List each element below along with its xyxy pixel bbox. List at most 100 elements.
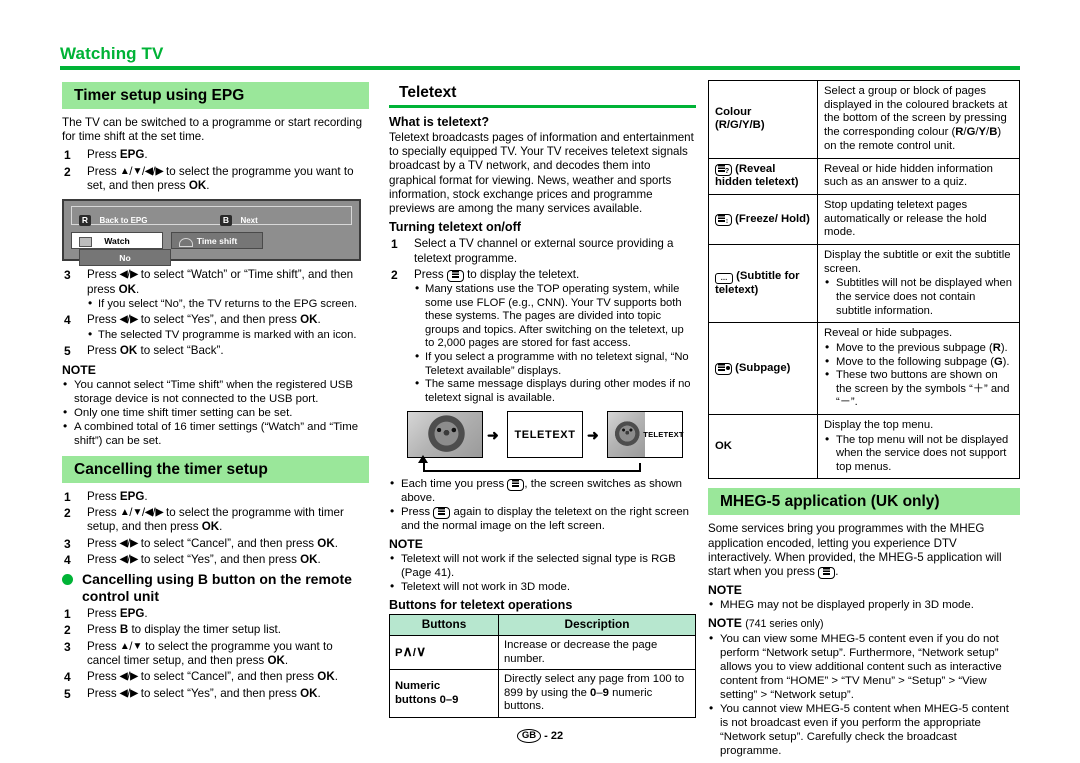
time-shift-icon [179, 238, 193, 248]
step-bullets: Many stations use the TOP operating syst… [414, 282, 696, 405]
table-cell-key: … (Subtitle for teletext) [708, 244, 818, 324]
epg-key-r: R [79, 214, 91, 226]
table-cell-key: ? (Reveal hidden teletext) [708, 157, 818, 195]
table-cell-description: Reveal or hide subpages.Move to the prev… [817, 322, 1020, 415]
figure-loop-arrowhead [418, 455, 428, 464]
cell-bullet: Move to the previous subpage (R). [824, 341, 1013, 356]
figure-teletext-label: TELETEXT [514, 428, 576, 441]
green-bullet-icon [62, 574, 73, 586]
table-row: Numeric buttons 0–9 Directly select any pa… [389, 669, 696, 719]
numbered-step: 4 Press ◀/▶ to select “Yes”, and then pre… [64, 552, 321, 567]
numbered-step: 5 Press ◀/▶ to select “Yes”, and then pre… [64, 686, 321, 701]
bullet-item: Teletext will not work in 3D mode. [389, 579, 696, 594]
table-cell-description: Reveal or hide hidden information such a… [817, 157, 1020, 195]
numbered-step: 2Press to display the teletext.Many stat… [389, 268, 696, 406]
table-cell-key: Numeric buttons 0–9 [389, 669, 499, 719]
bullet-item: A combined total of 16 timer settings (“… [62, 419, 369, 448]
numbered-step: 1 Press EPG. [64, 489, 148, 504]
numbered-step: 4 Press ◀/▶ to select “Cancel”, and then … [64, 670, 338, 685]
cell-bullets: Move to the previous subpage (R).Move to… [824, 341, 1013, 410]
teletext-flow-figure: ➜ TELETEXT ➜ TELETEXT [389, 411, 696, 473]
teletext-buttons-table: Buttons Description P∧/∨ Increase or decr… [389, 614, 696, 719]
step-number: 2 [64, 164, 71, 179]
page-footer: GB - 22 [0, 729, 1080, 743]
timer-setup-steps-2: 3 Press ◀/▶ to select “Watch” or “Time sh… [62, 268, 369, 358]
step-number: 3 [64, 536, 71, 551]
note-label-timer: NOTE [62, 362, 96, 377]
step-number: 4 [64, 670, 71, 685]
section-title-timer-setup: Timer setup using EPG [62, 82, 369, 109]
step-number: 4 [64, 313, 71, 328]
heading-what-is-teletext: What is teletext? [389, 115, 490, 129]
bullet-item: Press again to display the teletext on t… [389, 504, 696, 533]
note-label-mheg5: NOTE [708, 583, 742, 598]
figure-loop-line [423, 463, 641, 473]
section-title-mheg5: MHEG-5 application (UK only) [708, 488, 1020, 516]
table-cell-description: Select a group or block of pages display… [817, 80, 1020, 159]
region-badge: GB [516, 729, 542, 743]
epg-button-no[interactable]: No [79, 249, 171, 267]
watch-icon [79, 237, 92, 248]
epg-key-r-label: Back to EPG [99, 215, 148, 225]
arrow-right-icon-2: ➜ [587, 427, 599, 444]
section-title-teletext: Teletext [389, 82, 696, 108]
teletext-buttons-table-continued-body: Colour (R/G/Y/B) Select a group or block o… [708, 80, 1020, 480]
table-cell-description: Display the subtitle or exit the subtitl… [817, 244, 1020, 324]
teletext-buttons-table-body: P∧/∨ Increase or decrease the page number… [389, 635, 696, 719]
epg-key-b: B [220, 214, 232, 226]
epg-key-b-label: Next [240, 215, 258, 225]
table-cell-key: ↕ (Freeze/ Hold) [708, 193, 818, 246]
table-cell-key: P∧/∨ [389, 635, 499, 671]
table-row: ↕ (Freeze/ Hold) Stop updating teletext p… [708, 193, 1020, 246]
step-number: 5 [64, 344, 71, 359]
manual-page: Watching TV Timer setup using EPG The TV… [0, 0, 1080, 763]
cell-bullet: The top menu will not be displayed when … [824, 433, 1013, 475]
timer-setup-steps-1: 1 Press EPG. 2 Press ▲/▼/◀/▶ to select the … [62, 148, 369, 193]
step-number: 1 [64, 148, 71, 163]
step-bullet: Many stations use the TOP operating syst… [414, 282, 696, 351]
cell-bullet: Move to the following subpage (G). [824, 355, 1013, 370]
what-is-teletext-body: Teletext broadcasts pages of information… [389, 131, 694, 216]
step-number: 3 [64, 639, 71, 654]
bullet-item: You cannot select “Time shift” when the … [62, 377, 369, 406]
lion-image-small [608, 412, 645, 458]
numbered-step: 1 Press EPG. [64, 607, 148, 622]
turning-teletext-steps: 1 Select a TV channel or external source … [389, 237, 696, 405]
table-cell-description: Stop updating teletext pages automatical… [817, 193, 1020, 246]
step-number: 3 [64, 268, 71, 283]
step-number: 2 [64, 505, 71, 520]
table-cell-key: (Subpage) [708, 322, 818, 415]
table-cell-description: Display the top menu.The top menu will n… [817, 413, 1020, 480]
note-list-teletext: Teletext will not work if the selected s… [389, 551, 696, 594]
heading-buttons-for-teletext: Buttons for teletext operations [389, 598, 573, 613]
figure-bullets: Each time you press , the screen switche… [389, 476, 696, 533]
cell-bullet: These two buttons are shown on the scree… [824, 368, 1013, 410]
bullet-item: Each time you press , the screen switche… [389, 476, 696, 505]
epg-dialog-keybar: R Back to EPG B Next [71, 206, 352, 226]
arrow-right-icon-1: ➜ [487, 427, 499, 444]
step-number: 2 [64, 623, 71, 638]
footer-separator: - [544, 730, 548, 742]
numbered-step: 1 Press EPG. [64, 148, 148, 163]
bullet-item: MHEG may not be displayed properly in 3D… [708, 597, 1020, 612]
epg-button-time-shift[interactable]: Time shift [171, 232, 263, 250]
left-column: Timer setup using EPG The TV can be swit… [62, 82, 369, 701]
chapter-title: Watching TV [60, 44, 164, 63]
epg-dialog-buttons: Watch Time shift No [71, 232, 352, 267]
step-bullets: The selected TV programme is marked with… [87, 328, 369, 343]
cell-bullets: Subtitles will not be displayed when the… [824, 276, 1013, 318]
step-bullet: If you select a programme with no telete… [414, 350, 696, 378]
step-number: 1 [64, 607, 71, 622]
table-row: ? (Reveal hidden teletext) Reveal or hide… [708, 157, 1020, 195]
step-bullet: If you select “No”, the TV returns to th… [87, 297, 369, 312]
table-row: … (Subtitle for teletext) Display the sub… [708, 244, 1020, 324]
numbered-step: 2 Press B to display the timer setup list… [64, 623, 281, 638]
step-bullet: The same message displays during other m… [414, 377, 696, 405]
numbered-step: 1 Select a TV channel or external source … [391, 237, 674, 265]
epg-button-watch[interactable]: Watch [71, 232, 163, 250]
table-row: P∧/∨ Increase or decrease the page number… [389, 635, 696, 671]
lion-image [408, 412, 482, 458]
numbered-step: 3 Press ▲/▼ to select the programme you w… [64, 639, 333, 668]
subsection-cancelling-b-button: Cancelling using B button on the remote … [62, 571, 369, 604]
mheg5-intro: Some services bring you programmes with … [708, 522, 1002, 579]
